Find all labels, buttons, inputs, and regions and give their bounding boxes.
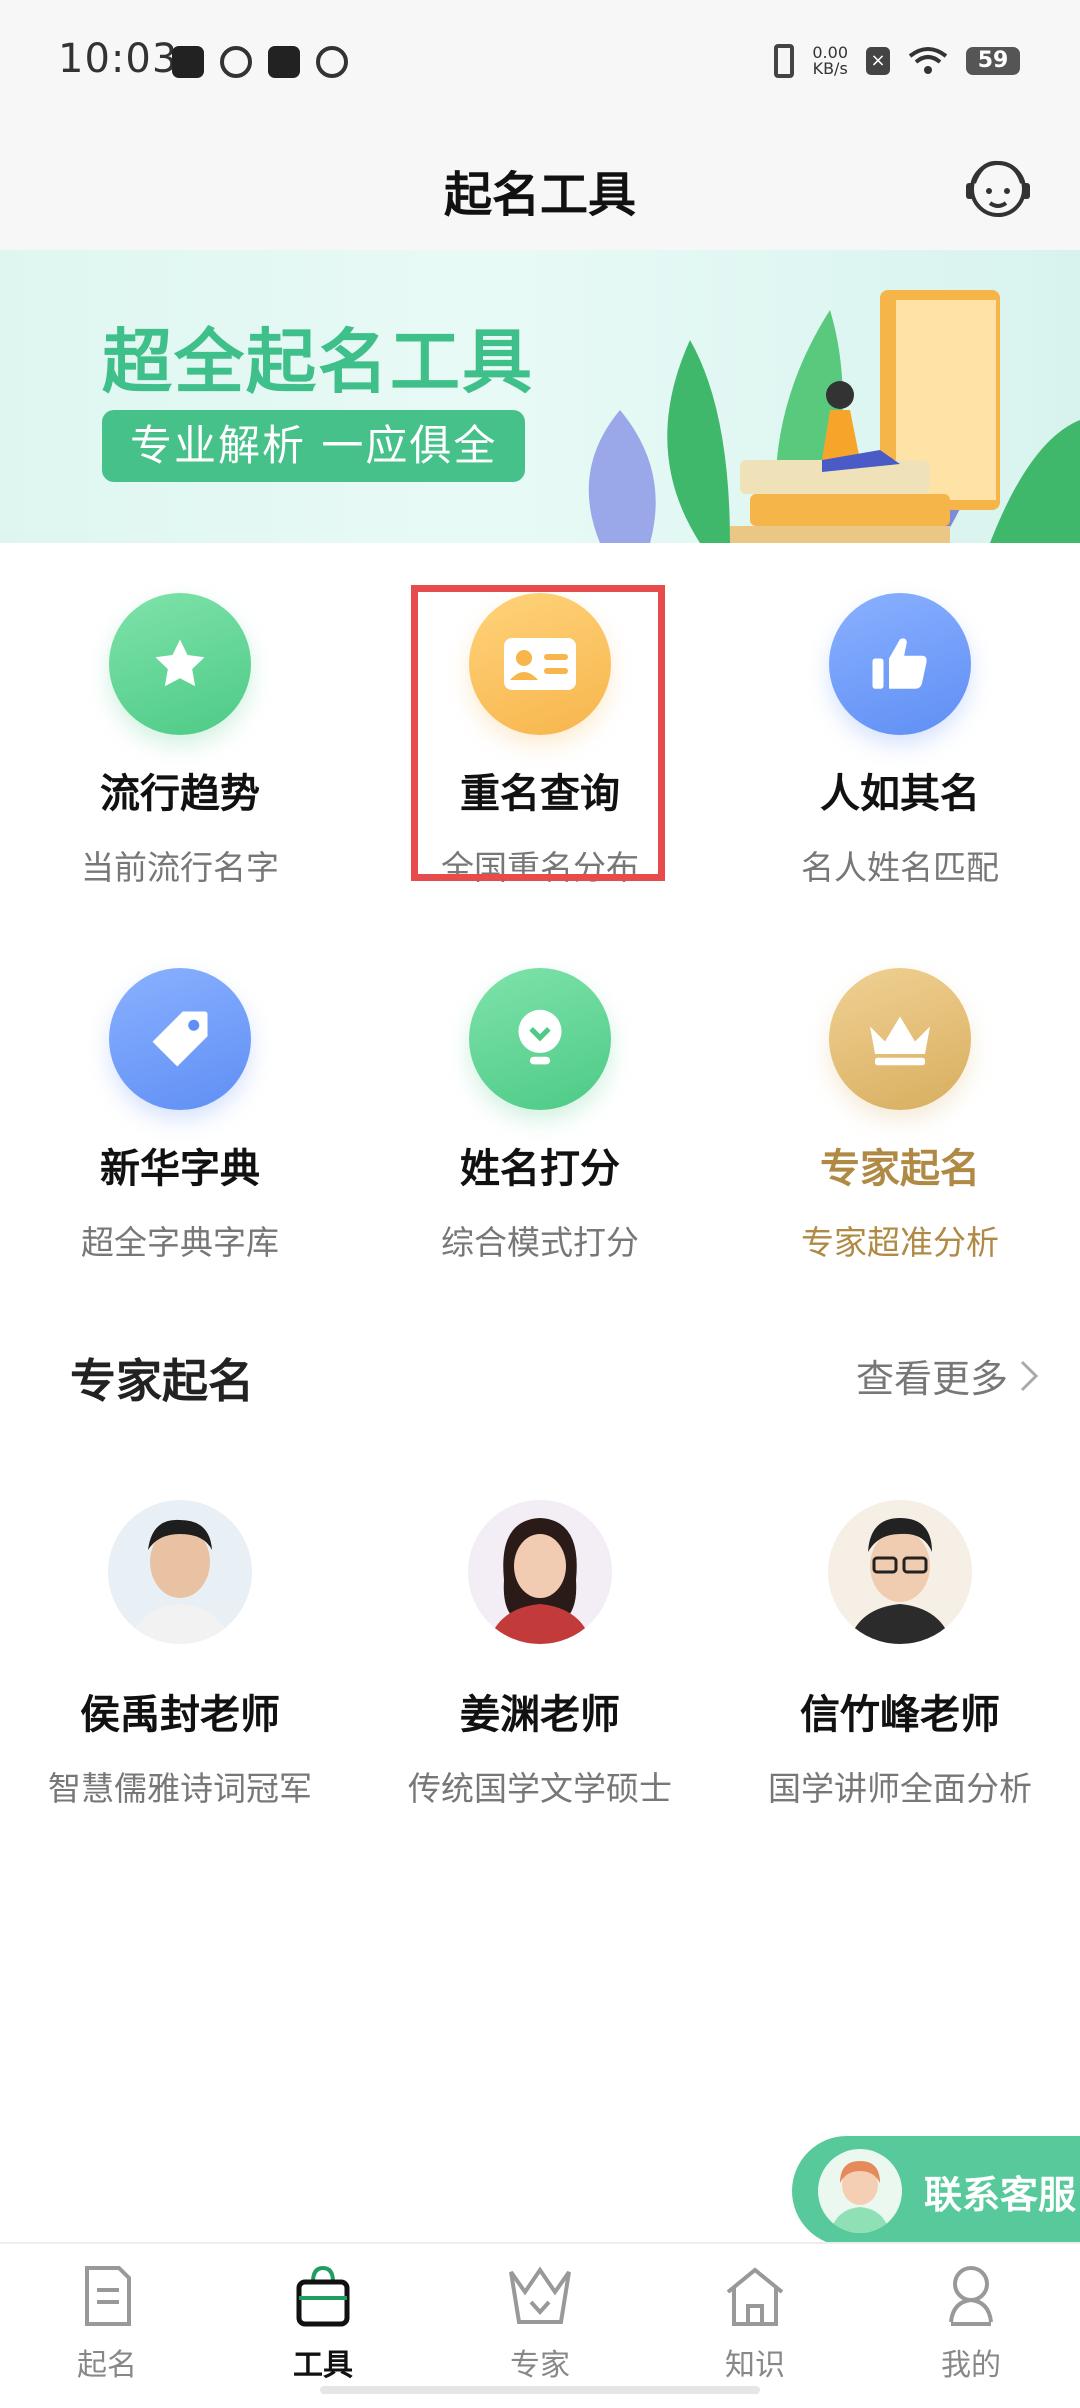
expert-card[interactable]: 信竹峰老师 国学讲师全面分析	[720, 1500, 1080, 1810]
tab-mine[interactable]: 我的	[896, 2262, 1046, 2384]
status-time: 10:03	[58, 36, 179, 82]
app-box-icon	[268, 46, 300, 78]
banner-illustration	[588, 290, 1080, 543]
star-icon	[109, 593, 251, 735]
network-speed-unit: KB/s	[812, 59, 848, 78]
tool-subtitle: 名人姓名匹配	[801, 848, 999, 887]
expert-subtitle: 传统国学文学硕士	[408, 1769, 672, 1808]
expert-name: 侯禹封老师	[80, 1692, 280, 1738]
view-more-label: 查看更多	[855, 1357, 1008, 1401]
document-icon	[85, 2266, 131, 2326]
home-icon	[726, 2267, 784, 2326]
headset-agent-icon[interactable]	[962, 149, 1034, 225]
tiktok-icon	[172, 46, 204, 78]
tag-icon	[109, 968, 251, 1110]
tool-xinhua-dictionary[interactable]: 新华字典 超全字典字库	[30, 968, 330, 1264]
crown-icon	[509, 2266, 571, 2324]
avatar	[468, 1500, 612, 1644]
home-indicator	[320, 2386, 760, 2394]
expert-subtitle: 智慧儒雅诗词冠军	[48, 1769, 312, 1808]
tab-knowledge[interactable]: 知识	[680, 2262, 830, 2384]
bag-icon	[296, 2265, 350, 2327]
thumbs-up-icon	[829, 593, 971, 735]
battery-icon: 59	[966, 47, 1020, 75]
tab-label: 工具	[293, 2348, 353, 2383]
view-more-link[interactable]: 查看更多	[856, 1348, 1040, 1403]
tool-title: 新华字典	[100, 1146, 260, 1192]
banner[interactable]: 超全起名工具 专业解析 一应俱全	[0, 250, 1080, 543]
tool-title: 专家起名	[820, 1146, 980, 1192]
tab-experts[interactable]: 专家	[465, 2262, 615, 2384]
avatar	[108, 1500, 252, 1644]
person-icon	[949, 2266, 993, 2326]
tool-name-fits-person[interactable]: 人如其名 名人姓名匹配	[750, 593, 1050, 889]
tool-title: 姓名打分	[460, 1146, 620, 1192]
avatar	[828, 1500, 972, 1644]
tab-label: 知识	[725, 2348, 785, 2383]
tab-label: 起名	[77, 2348, 137, 2383]
lightbulb-icon	[469, 968, 611, 1110]
tool-name-scoring[interactable]: 姓名打分 综合模式打分	[390, 968, 690, 1264]
status-indicators: 0.00 KB/s × 59	[774, 44, 1020, 78]
tool-title: 流行趋势	[100, 771, 260, 817]
expert-card[interactable]: 姜渊老师 传统国学文学硕士	[360, 1500, 720, 1810]
status-bar: 10:03 0.00 KB/s × 59	[0, 0, 1080, 125]
tool-title: 人如其名	[820, 771, 980, 817]
tool-expert-naming[interactable]: 专家起名 专家超准分析	[750, 968, 1050, 1264]
app-face-icon	[316, 46, 348, 78]
status-app-icons	[172, 46, 348, 78]
highlight-box	[411, 585, 665, 881]
page-title: 起名工具	[443, 167, 636, 223]
chevron-right-icon	[1020, 1360, 1039, 1391]
expert-subtitle: 国学讲师全面分析	[768, 1769, 1032, 1808]
vibrate-icon	[774, 44, 795, 78]
tab-tools[interactable]: 工具	[248, 2262, 398, 2384]
bottom-tab-bar: 起名 工具 专家 知识 我的	[0, 2242, 1080, 2408]
no-sim-icon: ×	[866, 47, 890, 75]
experts-section-title: 专家起名	[70, 1354, 254, 1408]
banner-subtitle: 专业解析 一应俱全	[102, 410, 526, 482]
tool-subtitle: 超全字典字库	[81, 1223, 279, 1262]
network-speed: 0.00 KB/s	[812, 45, 848, 77]
tool-subtitle: 专家超准分析	[801, 1223, 999, 1262]
tab-label: 专家	[510, 2348, 570, 2383]
expert-card[interactable]: 侯禹封老师 智慧儒雅诗词冠军	[0, 1500, 360, 1810]
contact-service-button[interactable]: 联系客服	[792, 2136, 1080, 2246]
contact-service-label: 联系客服	[924, 2172, 1077, 2217]
crown-icon	[829, 968, 971, 1110]
tool-subtitle: 当前流行名字	[81, 848, 279, 887]
wifi-icon	[908, 47, 948, 74]
tool-popular-trend[interactable]: 流行趋势 当前流行名字	[30, 593, 330, 889]
expert-name: 信竹峰老师	[800, 1692, 1000, 1738]
expert-name: 姜渊老师	[460, 1692, 620, 1738]
app-header: 起名工具	[0, 125, 1080, 250]
service-agent-icon	[818, 2149, 902, 2233]
banner-title: 超全起名工具	[102, 321, 534, 403]
app-ring-icon	[220, 46, 252, 78]
tab-naming[interactable]: 起名	[32, 2262, 182, 2384]
tab-label: 我的	[941, 2348, 1001, 2383]
tool-subtitle: 综合模式打分	[441, 1223, 639, 1262]
